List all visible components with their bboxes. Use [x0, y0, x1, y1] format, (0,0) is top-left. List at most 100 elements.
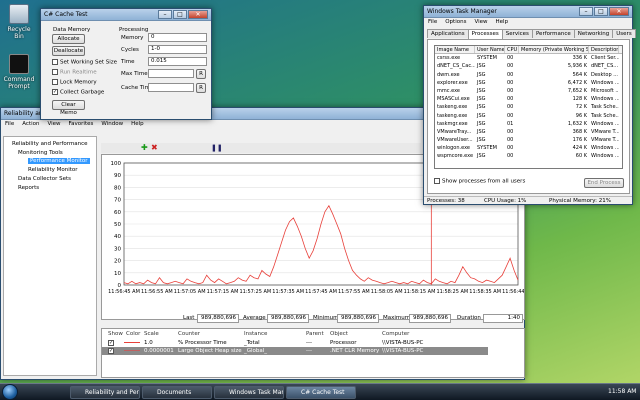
maximize-button[interactable]: □: [173, 10, 187, 19]
col-cpu[interactable]: CPU: [505, 46, 519, 54]
tree-data-collector-sets[interactable]: Data Collector Sets: [18, 176, 71, 182]
cache-test-titlebar[interactable]: C# Cache Test – □ ✕: [41, 9, 211, 21]
tm-minimize-button[interactable]: –: [579, 7, 593, 16]
menu-favorites[interactable]: Favorites: [69, 121, 94, 127]
process-memory: 6,472 K: [567, 79, 587, 86]
taskbar-perfmon[interactable]: Reliability and Perfo...: [70, 386, 140, 399]
status-memory: Physical Memory: 21%: [549, 198, 611, 204]
cache-time-field[interactable]: [148, 83, 194, 92]
process-row[interactable]: taskeng.exe JSG 00 96 K Task Sche...: [435, 112, 622, 120]
col-memory[interactable]: Memory (Private Working Set): [519, 46, 589, 54]
process-row[interactable]: MSASCui.exe JSG 00 128 K Windows ...: [435, 95, 622, 103]
tm-menu-view[interactable]: View: [474, 19, 487, 25]
process-row[interactable]: VMwareTray... JSG 00 368 K VMware T...: [435, 128, 622, 136]
memory-field[interactable]: 0: [148, 33, 207, 42]
legend-row-heap[interactable]: ✓ 0.0000001 Large Object Heap size _Glob…: [102, 347, 488, 355]
taskbar-documents[interactable]: Documents: [142, 386, 212, 399]
tree-monitoring-tools[interactable]: Monitoring Tools: [18, 150, 63, 156]
tree-reliability-monitor[interactable]: Reliability Monitor: [28, 167, 78, 173]
tm-menu-options[interactable]: Options: [445, 19, 466, 25]
process-cpu: 00: [507, 96, 514, 103]
menu-window[interactable]: Window: [101, 121, 123, 127]
tab-users[interactable]: Users: [612, 29, 636, 38]
process-cpu: 00: [507, 71, 514, 78]
tab-services[interactable]: Services: [501, 29, 533, 38]
x-tick-label: 11:56:55 AM: [141, 289, 173, 295]
recycle-bin-icon[interactable]: Recycle Bin: [2, 4, 36, 40]
process-image-name: taskeng.exe: [437, 112, 468, 119]
max-time-reset-button[interactable]: R: [196, 69, 206, 79]
process-row[interactable]: VMwareUser... JSG 00 176 K VMware T...: [435, 136, 622, 144]
end-process-button[interactable]: End Process: [584, 178, 624, 188]
tm-maximize-button[interactable]: □: [594, 7, 608, 16]
col-user-name[interactable]: User Name: [475, 46, 505, 54]
process-row[interactable]: mmc.exe JSG 00 7,652 K Microsoft ...: [435, 87, 622, 95]
close-button[interactable]: ✕: [188, 10, 208, 19]
col-image-name[interactable]: Image Name: [435, 46, 475, 54]
tab-applications[interactable]: Applications: [427, 29, 469, 38]
legend-cpu-checkbox[interactable]: ✓: [108, 340, 114, 346]
show-all-processes-checkbox[interactable]: Show processes from all users: [434, 178, 525, 185]
set-working-set-checkbox[interactable]: Set Working Set Size: [52, 59, 117, 66]
process-row[interactable]: csrss.exe SYSTEM 00 336 K Client Ser...: [435, 54, 622, 62]
legend-heap-parent: ---: [306, 348, 312, 354]
process-memory: 336 K: [572, 55, 587, 62]
pause-icon[interactable]: ❚❚: [211, 144, 223, 152]
process-description: Client Ser...: [591, 55, 619, 62]
menu-help[interactable]: Help: [131, 121, 144, 127]
menu-view[interactable]: View: [47, 121, 60, 127]
tm-close-button[interactable]: ✕: [609, 7, 629, 16]
process-memory: 72 K: [575, 104, 587, 111]
cycles-field[interactable]: 1-0: [148, 45, 207, 54]
col-description[interactable]: Description: [589, 46, 619, 54]
legend-heap-checkbox[interactable]: ✓: [108, 348, 114, 354]
tab-processes[interactable]: Processes: [467, 29, 503, 39]
menu-action[interactable]: Action: [22, 121, 39, 127]
process-row[interactable]: wspmcore.exe JSG 00 60 K Windows ...: [435, 152, 622, 160]
tab-networking[interactable]: Networking: [573, 29, 614, 38]
command-prompt-icon[interactable]: Command Prompt: [2, 54, 36, 90]
process-row[interactable]: taskmgr.exe JSG 01 1,632 K Windows ...: [435, 120, 622, 128]
process-cpu: 01: [507, 120, 514, 127]
delete-counter-icon[interactable]: ✖: [151, 144, 158, 152]
process-list[interactable]: Image Name User Name CPU Memory (Private…: [434, 45, 623, 169]
task-manager-titlebar[interactable]: Windows Task Manager – □ ✕: [424, 6, 632, 18]
menu-file[interactable]: File: [5, 121, 14, 127]
tm-menu-help[interactable]: Help: [496, 19, 509, 25]
process-description: Windows ...: [591, 120, 619, 127]
tree-performance-monitor[interactable]: Performance Monitor: [28, 158, 90, 164]
tm-menu-file[interactable]: File: [428, 19, 437, 25]
add-counter-icon[interactable]: ✚: [141, 144, 148, 152]
stat-duration-label: Duration: [457, 315, 481, 321]
process-memory: 128 K: [572, 96, 587, 103]
process-row[interactable]: dNET_CS_Cac... JSG 00 5,936 K dNET_CS...: [435, 62, 622, 70]
minimize-button[interactable]: –: [158, 10, 172, 19]
task-manager-title: Windows Task Manager: [427, 8, 497, 15]
process-image-name: dwm.exe: [437, 71, 460, 78]
max-time-field[interactable]: [148, 69, 194, 78]
deallocate-button[interactable]: Deallocate: [52, 46, 85, 56]
tree-reliability-performance[interactable]: Reliability and Performance: [12, 141, 88, 147]
process-description: Windows ...: [591, 145, 619, 152]
cache-time-reset-button[interactable]: R: [196, 83, 206, 93]
run-realtime-checkbox[interactable]: Run Realtime: [52, 69, 97, 76]
process-user-name: JSG: [477, 96, 486, 103]
process-row[interactable]: explorer.exe JSG 00 6,472 K Windows ...: [435, 79, 622, 87]
legend-heap-scale: 0.0000001: [144, 348, 174, 354]
y-tick-label: 50: [114, 222, 121, 228]
clear-memo-button[interactable]: Clear Memo: [52, 100, 85, 116]
collect-garbage-checkbox[interactable]: ✓ Collect Garbage: [52, 89, 104, 96]
lock-memory-checkbox[interactable]: Lock Memory: [52, 79, 97, 86]
allocate-button[interactable]: Allocate: [52, 34, 85, 44]
process-row[interactable]: dwm.exe JSG 00 564 K Desktop ...: [435, 71, 622, 79]
taskbar-task-manager[interactable]: Windows Task Man...: [214, 386, 284, 399]
taskbar-cache-test[interactable]: C# Cache Test: [286, 386, 356, 399]
process-row[interactable]: taskeng.exe JSG 00 72 K Task Sche...: [435, 103, 622, 111]
tree-reports[interactable]: Reports: [18, 185, 39, 191]
start-button[interactable]: [2, 384, 18, 400]
tab-performance[interactable]: Performance: [531, 29, 575, 38]
time-field[interactable]: 0.015: [148, 57, 207, 66]
legend-row-cpu[interactable]: ✓ 1.0 % Processor Time _Total --- Proces…: [102, 339, 488, 347]
process-row[interactable]: winlogon.exe SYSTEM 00 424 K Windows ...: [435, 144, 622, 152]
process-description: Windows ...: [591, 96, 619, 103]
